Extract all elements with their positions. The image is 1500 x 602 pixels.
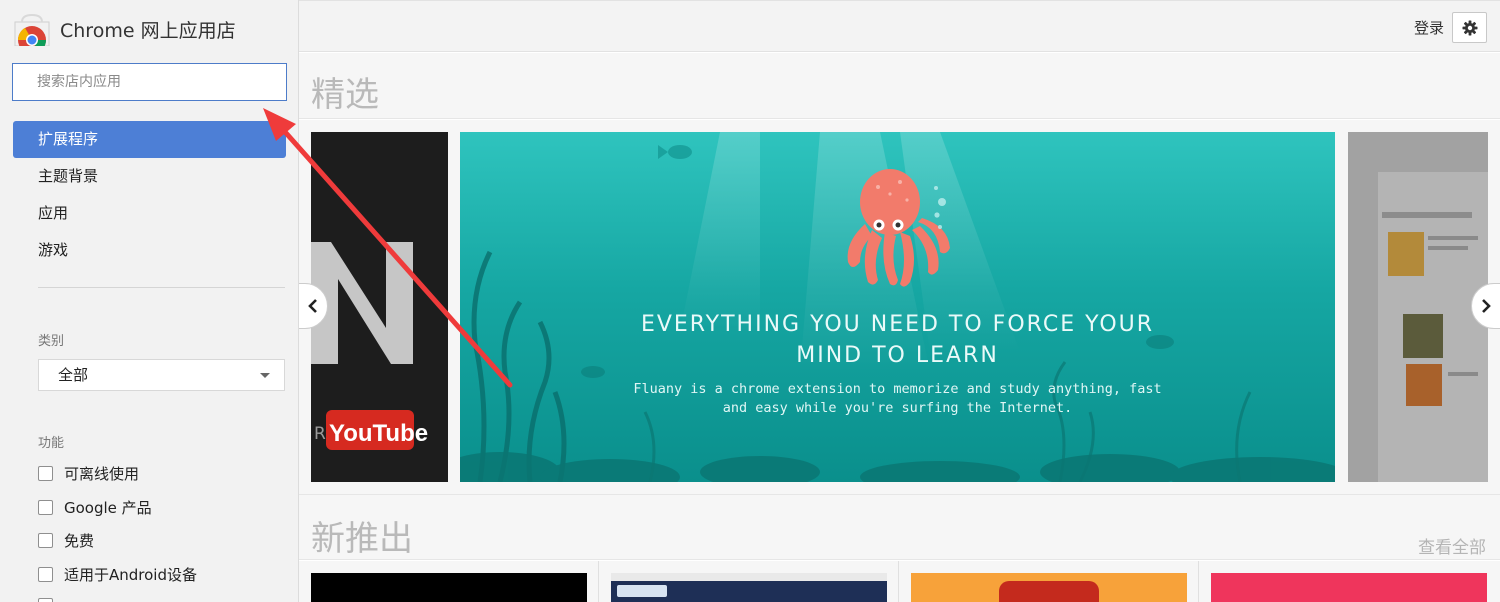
hero-title-line2: MIND TO LEARN [796, 343, 999, 368]
feature-android[interactable]: 适用于Android设备 [38, 563, 197, 585]
hero-description-line2: and easy while you're surfing the Intern… [722, 400, 1073, 416]
category-select[interactable]: 全部 [38, 359, 285, 391]
carousel-slide-next[interactable] [1348, 132, 1488, 482]
slide-prev-artwork: R YouTube [311, 132, 448, 482]
feature-label: Google 产品 [64, 498, 152, 517]
hero-title-line1: EVERYTHING YOU NEED TO FORCE YOUR [640, 312, 1155, 337]
app-tile[interactable] [1199, 561, 1499, 602]
slide-next-artwork [1348, 132, 1488, 482]
category-select-value: 全部 [58, 366, 89, 384]
chrome-web-store-page: Chrome 网上应用店 扩展程序 主题背景 应用 游戏 类别 全部 功能 可离… [0, 0, 1500, 602]
feature-offline[interactable]: 可离线使用 [38, 462, 139, 484]
nav-item-games[interactable]: 游戏 [13, 232, 286, 269]
app-tile-thumbnail [1211, 573, 1487, 602]
carousel-slide-current[interactable]: EVERYTHING YOU NEED TO FORCE YOUR MIND T… [460, 132, 1335, 482]
featured-carousel: R YouTube EVERYTHING YOU NEED TO FORCE Y… [299, 120, 1500, 494]
category-label: 类别 [38, 334, 65, 349]
checkbox[interactable] [38, 566, 53, 582]
hero-description-line1: Fluany is a chrome extension to memorize… [633, 381, 1162, 397]
new-releases-row [299, 561, 1500, 602]
nav-item-extensions[interactable]: 扩展程序 [13, 121, 286, 158]
feature-free[interactable]: 免费 [38, 529, 94, 551]
new-releases-header: 新推出 查看全部 [299, 494, 1500, 560]
nav-item-apps[interactable]: 应用 [13, 195, 286, 232]
hero-description: Fluany is a chrome extension to memorize… [460, 380, 1335, 418]
checkbox[interactable] [38, 597, 53, 602]
feature-label: 可离线使用 [64, 464, 140, 483]
sidebar: Chrome 网上应用店 扩展程序 主题背景 应用 游戏 类别 全部 功能 可离… [0, 0, 299, 602]
nav-item-themes[interactable]: 主题背景 [13, 158, 286, 195]
see-all-link[interactable]: 查看全部 [1418, 533, 1486, 558]
app-tile-thumbnail [611, 573, 887, 602]
checkbox[interactable] [38, 532, 53, 548]
chrome-web-store-logo [12, 13, 52, 48]
slide-prev-prefix: R [314, 424, 326, 444]
checkbox[interactable] [38, 499, 53, 515]
app-tile[interactable] [899, 561, 1199, 602]
chevron-right-icon [1482, 299, 1491, 313]
youtube-logo-text: YouTube [329, 420, 428, 447]
new-releases-title: 新推出 [311, 519, 413, 559]
app-title: Chrome 网上应用店 [60, 20, 236, 42]
featured-title: 精选 [311, 75, 379, 115]
hero-title: EVERYTHING YOU NEED TO FORCE YOUR MIND T… [460, 309, 1335, 371]
feature-label: 适用于Android设备 [64, 565, 197, 584]
ocean-illustration [460, 132, 1335, 482]
sidebar-divider [38, 287, 285, 288]
top-bar: 登录 [299, 0, 1500, 52]
app-tile-thumbnail [911, 573, 1187, 602]
featured-header: 精选 [299, 53, 1500, 119]
chevron-left-icon [308, 299, 317, 313]
gear-icon [1462, 20, 1477, 35]
feature-google-products[interactable]: Google 产品 [38, 496, 152, 518]
feature-label: 免费 [64, 531, 95, 550]
category-nav: 扩展程序 主题背景 应用 游戏 [13, 121, 286, 269]
features-label: 功能 [38, 436, 65, 451]
main-content: 登录 精选 R YouTube EVERYTHING YOU NEED TO F… [299, 0, 1500, 602]
settings-button[interactable] [1452, 12, 1487, 43]
chevron-down-icon [260, 373, 270, 378]
checkbox[interactable] [38, 465, 53, 481]
app-tile-thumbnail [311, 573, 587, 602]
carousel-slide-prev[interactable]: R YouTube [311, 132, 448, 482]
app-tile[interactable] [299, 561, 599, 602]
app-tile[interactable] [599, 561, 899, 602]
login-link[interactable]: 登录 [1414, 17, 1444, 38]
search-input[interactable] [12, 63, 287, 101]
feature-more[interactable] [38, 594, 64, 602]
